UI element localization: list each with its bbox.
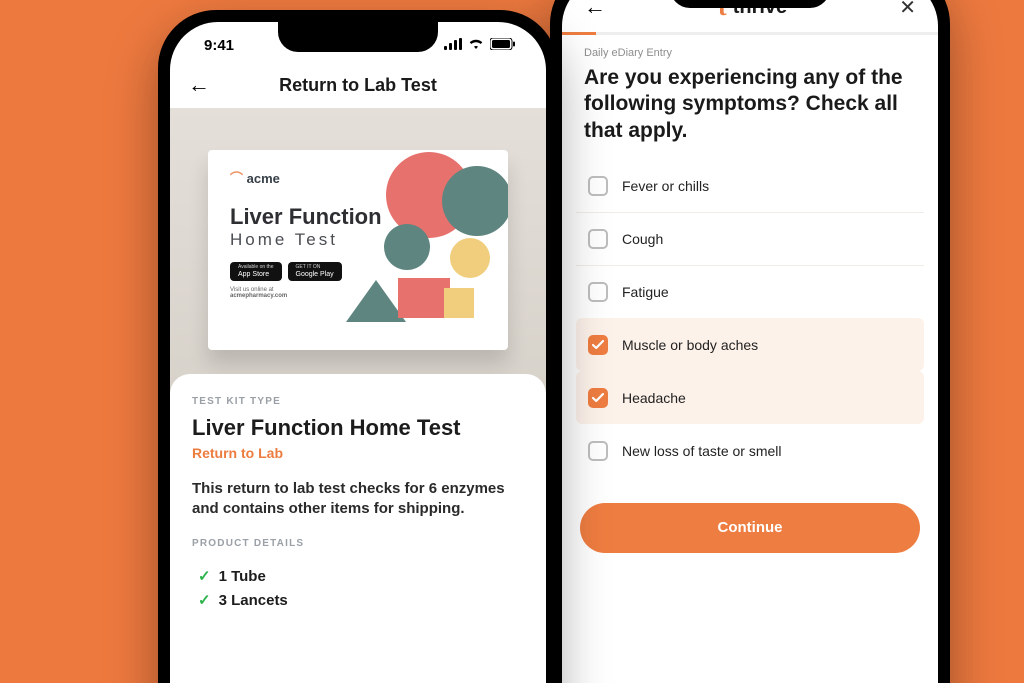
back-icon[interactable]: ← — [188, 72, 210, 98]
cellular-icon — [444, 37, 462, 54]
details-label: PRODUCT DETAILS — [192, 538, 524, 549]
nav-bar: ← Return to Lab Test — [170, 68, 546, 108]
symptom-option-label: Muscle or body aches — [622, 337, 758, 353]
product-detail-item: ✓3 Lancets — [198, 591, 524, 609]
wifi-icon — [468, 37, 484, 54]
symptom-option-label: Cough — [622, 231, 663, 247]
product-details-list: ✓1 Tube ✓3 Lancets — [192, 567, 524, 609]
checkbox[interactable] — [588, 282, 608, 302]
symptom-option[interactable]: Muscle or body aches — [576, 318, 924, 371]
product-hero: ⌒ acme Liver Function Home Test Availabl… — [170, 108, 546, 392]
notch — [670, 0, 830, 8]
checkbox[interactable] — [588, 229, 608, 249]
product-card: TEST KIT TYPE Liver Function Home Test R… — [170, 374, 546, 655]
card-subtitle: Return to Lab — [192, 445, 524, 461]
continue-button[interactable]: Continue — [580, 503, 920, 553]
symptom-option[interactable]: Fatigue — [576, 265, 924, 318]
phone-front: 9:41 ← Return to Lab Test ⌒ acme Liver F… — [158, 10, 558, 683]
symptom-option[interactable]: New loss of taste or smell — [576, 424, 924, 477]
symptom-option-label: Fever or chills — [622, 178, 709, 194]
status-time: 9:41 — [204, 37, 234, 54]
section-label: Daily eDiary Entry — [562, 35, 938, 59]
decorative-shapes — [344, 150, 508, 350]
card-description: This return to lab test checks for 6 enz… — [192, 479, 524, 520]
phone-back: ← t thrive + ✕ Daily eDiary Entry Are yo… — [550, 0, 950, 683]
symptom-option[interactable]: Cough — [576, 212, 924, 265]
screen-back: ← t thrive + ✕ Daily eDiary Entry Are yo… — [562, 0, 938, 683]
check-icon: ✓ — [198, 568, 211, 585]
symptom-option-label: Headache — [622, 390, 686, 406]
play-badge: GET IT ONGoogle Play — [288, 262, 342, 281]
symptom-option[interactable]: Fever or chills — [576, 160, 924, 212]
battery-icon — [490, 37, 516, 54]
appstore-badge: Available on theApp Store — [230, 262, 282, 281]
product-detail-item: ✓1 Tube — [198, 567, 524, 585]
symptom-option[interactable]: Headache — [576, 371, 924, 424]
notch — [278, 22, 438, 52]
symptom-options: Fever or chills Cough Fatigue Muscle or bod… — [562, 160, 938, 477]
checkbox[interactable] — [588, 388, 608, 408]
checkbox[interactable] — [588, 176, 608, 196]
back-icon[interactable]: ← — [584, 0, 606, 20]
product-box: ⌒ acme Liver Function Home Test Availabl… — [208, 150, 508, 350]
close-icon[interactable]: ✕ — [899, 0, 916, 20]
screen-front: 9:41 ← Return to Lab Test ⌒ acme Liver F… — [170, 22, 546, 683]
status-icons — [444, 37, 516, 54]
symptom-option-label: Fatigue — [622, 284, 669, 300]
check-icon: ✓ — [198, 592, 211, 609]
card-title: Liver Function Home Test — [192, 415, 524, 441]
checkbox[interactable] — [588, 335, 608, 355]
symptom-option-label: New loss of taste or smell — [622, 443, 782, 459]
card-eyebrow: TEST KIT TYPE — [192, 396, 524, 407]
question-text: Are you experiencing any of the followin… — [562, 59, 938, 160]
nav-title: Return to Lab Test — [170, 75, 546, 96]
checkbox[interactable] — [588, 441, 608, 461]
